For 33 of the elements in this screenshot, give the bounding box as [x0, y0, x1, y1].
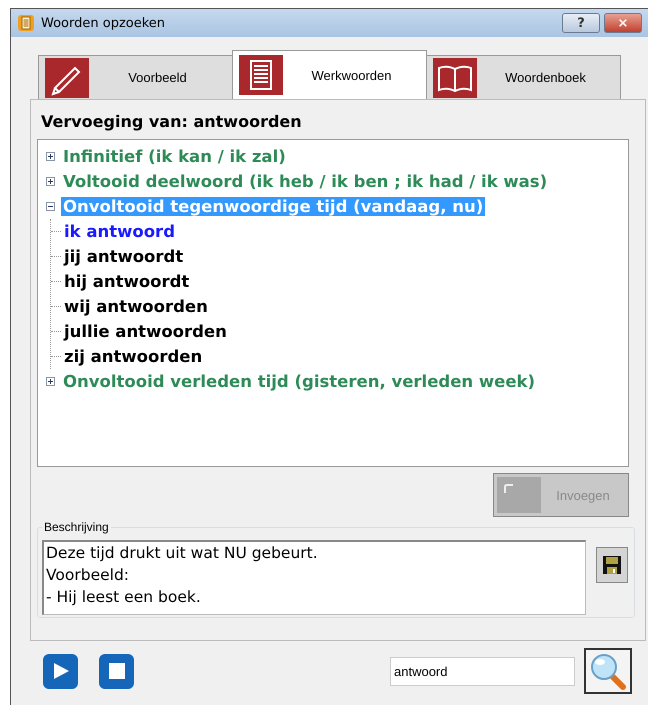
tab[interactable]: Voorbeeld: [38, 55, 233, 99]
corner-icon: [503, 483, 515, 493]
tree-item[interactable]: Voltooid deelwoord (ik heb / ik ben ; ik had / ik was): [61, 172, 550, 191]
tree-item[interactable]: Infinitief (ik kan / ik zal): [61, 147, 288, 166]
tree-item[interactable]: jullie antwoorden: [64, 322, 227, 341]
group-title: Beschrijving: [42, 520, 111, 534]
expand-icon[interactable]: [46, 377, 55, 386]
stop-icon: [108, 663, 124, 679]
tree-item[interactable]: ik antwoord: [64, 222, 176, 241]
tree-item[interactable]: Onvoltooid verleden tijd (gisteren, verleden week): [61, 372, 538, 391]
pencil-icon: [45, 58, 89, 98]
tree-item[interactable]: hij antwoordt: [64, 272, 190, 291]
stop-button[interactable]: [99, 654, 134, 688]
search-button[interactable]: [584, 648, 632, 694]
play-button[interactable]: [43, 654, 78, 688]
document-icon: [17, 14, 35, 32]
tree-item[interactable]: wij antwoorden: [64, 297, 208, 316]
heading: Vervoeging van: antwoorden: [40, 111, 303, 133]
help-button[interactable]: ?: [562, 13, 600, 33]
collapse-icon[interactable]: [46, 202, 55, 211]
expand-icon[interactable]: [46, 152, 55, 161]
tree-item[interactable]: jij antwoordt: [64, 247, 184, 266]
book-icon: [433, 58, 477, 98]
document-icon: [239, 55, 283, 95]
tab[interactable]: Woordenboek: [426, 55, 621, 99]
description-text: Deze tijd drukt uit wat NU gebeurt. Voorbeeld: - Hij leest een boek.: [42, 540, 586, 615]
window-title: Woorden opzoeken: [41, 16, 166, 30]
search-field[interactable]: antwoord: [390, 656, 575, 686]
tree-item[interactable]: zij antwoorden: [64, 347, 202, 366]
expand-icon[interactable]: [46, 177, 55, 186]
tab[interactable]: Werkwoorden: [232, 50, 427, 99]
save-button[interactable]: [596, 547, 628, 583]
play-icon: [52, 663, 68, 679]
